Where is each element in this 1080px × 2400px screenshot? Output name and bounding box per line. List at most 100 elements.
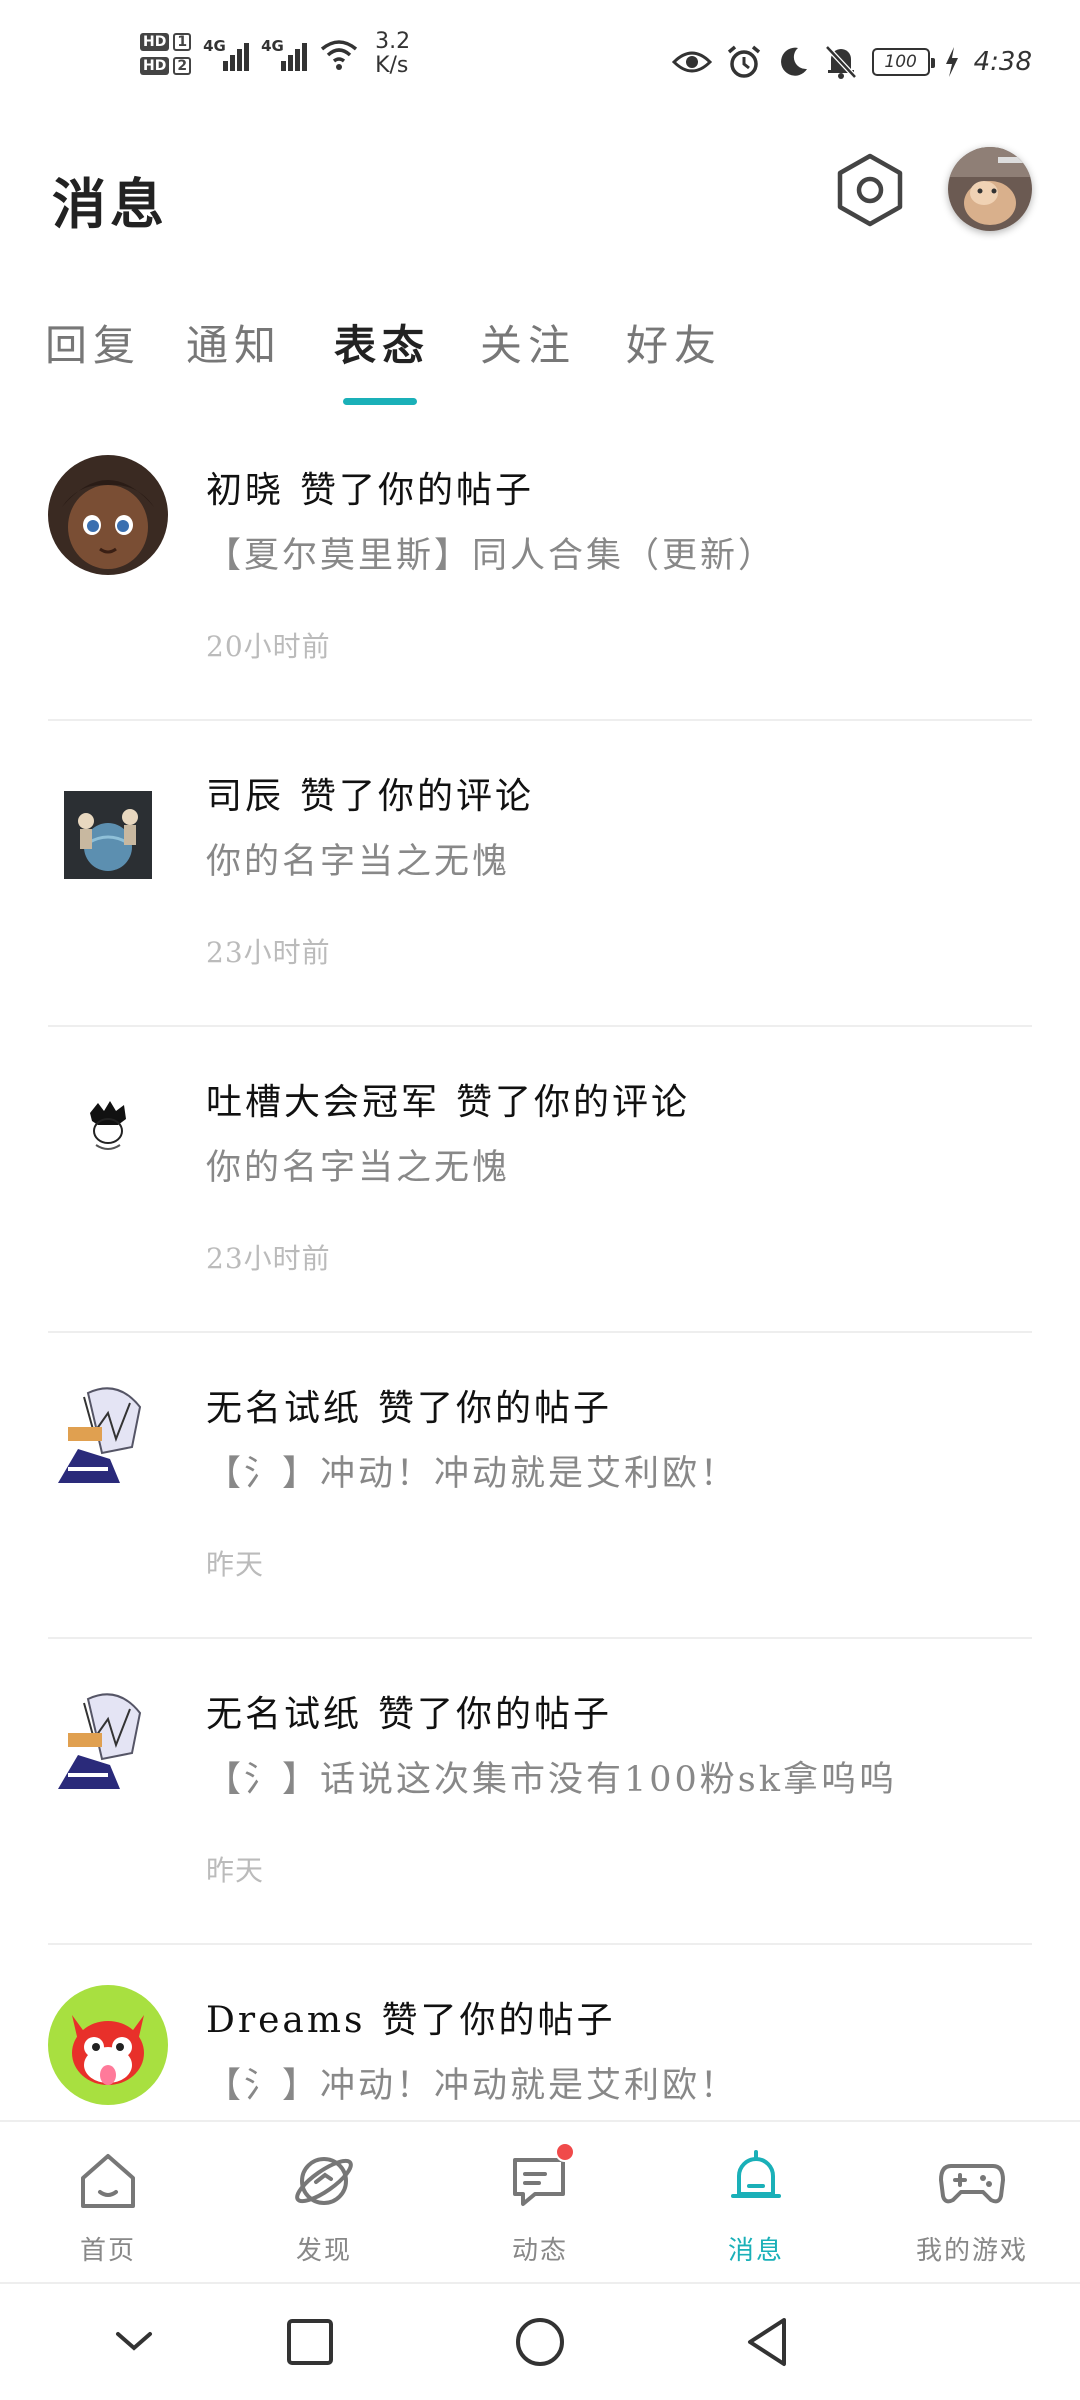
triangle-back-icon bbox=[748, 2318, 786, 2366]
item-content[interactable]: 你的名字当之无愧 bbox=[206, 833, 510, 884]
status-left: HD 1 HD 2 4G 4G 3.2 K/s bbox=[140, 30, 410, 78]
item-title: 初晓 赞了你的帖子 bbox=[206, 461, 534, 513]
nav-home[interactable]: 首页 bbox=[28, 2146, 188, 2267]
list-item[interactable]: 无名试纸 赞了你的帖子 【氵】话说这次集市没有100粉sk拿呜呜 昨天 bbox=[0, 1639, 1080, 1945]
action-text: 赞了你的帖子 bbox=[381, 2000, 616, 2041]
avatar-sketch-icon bbox=[48, 1067, 168, 1187]
net2-label: 4G bbox=[261, 37, 284, 55]
item-title: 无名试纸 赞了你的帖子 bbox=[206, 1685, 612, 1737]
avatar-anime-icon bbox=[48, 1373, 168, 1493]
speed-value: 3.2 bbox=[375, 29, 411, 54]
avatar[interactable] bbox=[48, 455, 168, 575]
nav-feed[interactable]: 动态 bbox=[460, 2142, 620, 2267]
hd1-num: 1 bbox=[173, 33, 192, 51]
tab-friends[interactable]: 好友 bbox=[626, 312, 722, 373]
hd2-num: 2 bbox=[173, 57, 192, 75]
avatar[interactable] bbox=[48, 1067, 168, 1187]
avatar-anime-icon bbox=[48, 1679, 168, 1799]
home-icon bbox=[73, 2146, 143, 2216]
hd-indicators: HD 1 HD 2 bbox=[140, 33, 192, 75]
settings-button[interactable] bbox=[830, 150, 910, 230]
status-bar: HD 1 HD 2 4G 4G 3.2 K/s 100 4:38 bbox=[0, 0, 1080, 130]
active-tab-indicator bbox=[343, 398, 417, 405]
nav-discover[interactable]: 发现 bbox=[244, 2146, 404, 2267]
user-name[interactable]: 吐槽大会冠军 bbox=[206, 1082, 440, 1123]
speed-unit: K/s bbox=[375, 53, 409, 78]
action-text: 赞了你的评论 bbox=[300, 776, 535, 817]
gamepad-icon bbox=[937, 2146, 1007, 2216]
list-item[interactable]: 吐槽大会冠军 赞了你的评论 你的名字当之无愧 23小时前 bbox=[0, 1027, 1080, 1333]
item-time: 昨天 bbox=[206, 1548, 265, 1581]
hd1-badge: HD bbox=[140, 33, 170, 51]
net1-label: 4G bbox=[203, 37, 226, 55]
alarm-icon bbox=[727, 45, 760, 78]
status-right: 100 4:38 bbox=[671, 44, 1032, 80]
chevron-down-icon bbox=[116, 2332, 152, 2351]
battery-icon: 100 bbox=[871, 48, 935, 76]
user-name[interactable]: Dreams bbox=[206, 2000, 365, 2041]
tab-reactions[interactable]: 表态 bbox=[334, 312, 430, 373]
nav-discover-label: 发现 bbox=[295, 2236, 352, 2266]
collapse-button[interactable] bbox=[104, 2312, 164, 2372]
user-name[interactable]: 无名试纸 bbox=[206, 1694, 362, 1735]
item-time: 23小时前 bbox=[206, 1242, 331, 1275]
list-item[interactable]: 初晓 赞了你的帖子 【夏尔莫里斯】同人合集（更新） 20小时前 bbox=[0, 415, 1080, 721]
item-time: 20小时前 bbox=[206, 630, 331, 663]
user-avatar bbox=[948, 147, 1032, 231]
item-content[interactable]: 【夏尔莫里斯】同人合集（更新） bbox=[206, 527, 776, 578]
nav-feed-label: 动态 bbox=[511, 2236, 568, 2266]
bell-off-icon bbox=[824, 45, 857, 79]
nav-messages[interactable]: 消息 bbox=[676, 2146, 836, 2267]
clock: 4:38 bbox=[973, 47, 1032, 77]
signal-2-icon: 4G bbox=[261, 37, 308, 71]
bottom-nav: 首页 发现 动态 消息 我的游戏 bbox=[0, 2120, 1080, 2280]
item-title: Dreams 赞了你的帖子 bbox=[206, 1991, 615, 2043]
item-content[interactable]: 【氵】冲动！冲动就是艾利欧！ bbox=[206, 1445, 738, 1496]
circle-icon bbox=[516, 2318, 564, 2366]
action-text: 赞了你的评论 bbox=[456, 1082, 691, 1123]
unread-badge bbox=[555, 2142, 575, 2162]
item-title: 无名试纸 赞了你的帖子 bbox=[206, 1379, 612, 1431]
wifi-icon bbox=[320, 40, 358, 70]
item-content[interactable]: 你的名字当之无愧 bbox=[206, 1139, 510, 1190]
back-button[interactable] bbox=[738, 2312, 798, 2372]
nav-messages-label: 消息 bbox=[727, 2236, 784, 2266]
eye-icon bbox=[671, 51, 712, 73]
tab-notifications[interactable]: 通知 bbox=[186, 312, 282, 373]
action-text: 赞了你的帖子 bbox=[378, 1388, 613, 1429]
reaction-list: 初晓 赞了你的帖子 【夏尔莫里斯】同人合集（更新） 20小时前 司辰 赞了你的评论 … bbox=[0, 415, 1080, 2251]
list-item[interactable]: 司辰 赞了你的评论 你的名字当之无愧 23小时前 bbox=[0, 721, 1080, 1027]
recents-button[interactable] bbox=[280, 2312, 340, 2372]
user-name[interactable]: 无名试纸 bbox=[206, 1388, 362, 1429]
item-title: 司辰 赞了你的评论 bbox=[206, 767, 534, 819]
nav-my-games[interactable]: 我的游戏 bbox=[892, 2146, 1052, 2267]
home-button[interactable] bbox=[510, 2312, 570, 2372]
item-title: 吐槽大会冠军 赞了你的评论 bbox=[206, 1073, 690, 1125]
nav-home-label: 首页 bbox=[79, 2236, 136, 2266]
user-name[interactable]: 初晓 bbox=[206, 470, 284, 511]
avatar[interactable] bbox=[64, 791, 152, 879]
hexagon-settings-icon bbox=[837, 153, 903, 227]
avatar[interactable] bbox=[48, 1373, 168, 1493]
tab-bar: 回复 通知 表态 关注 好友 bbox=[0, 290, 1080, 410]
user-avatar-button[interactable] bbox=[948, 147, 1032, 231]
page-title: 消息 bbox=[52, 172, 168, 236]
list-item[interactable]: 无名试纸 赞了你的帖子 【氵】冲动！冲动就是艾利欧！ 昨天 bbox=[0, 1333, 1080, 1639]
header: 消息 bbox=[0, 130, 1080, 260]
item-time: 昨天 bbox=[206, 1854, 265, 1887]
avatar[interactable] bbox=[48, 1679, 168, 1799]
net-speed: 3.2 K/s bbox=[371, 30, 410, 78]
user-name[interactable]: 司辰 bbox=[206, 776, 284, 817]
signal-1-icon: 4G bbox=[203, 37, 250, 71]
avatar[interactable] bbox=[48, 1985, 168, 2105]
item-content[interactable]: 【氵】话说这次集市没有100粉sk拿呜呜 bbox=[206, 1751, 897, 1802]
moon-icon bbox=[780, 47, 807, 76]
item-content[interactable]: 【氵】冲动！冲动就是艾利欧！ bbox=[206, 2057, 738, 2108]
avatar-red-fox-icon bbox=[48, 1985, 168, 2105]
system-nav-bar bbox=[0, 2282, 1080, 2400]
tab-replies[interactable]: 回复 bbox=[45, 312, 141, 373]
tab-follows[interactable]: 关注 bbox=[480, 312, 576, 373]
avatar-boy-icon bbox=[48, 455, 168, 575]
action-text: 赞了你的帖子 bbox=[378, 1694, 613, 1735]
planet-icon bbox=[289, 2146, 359, 2216]
